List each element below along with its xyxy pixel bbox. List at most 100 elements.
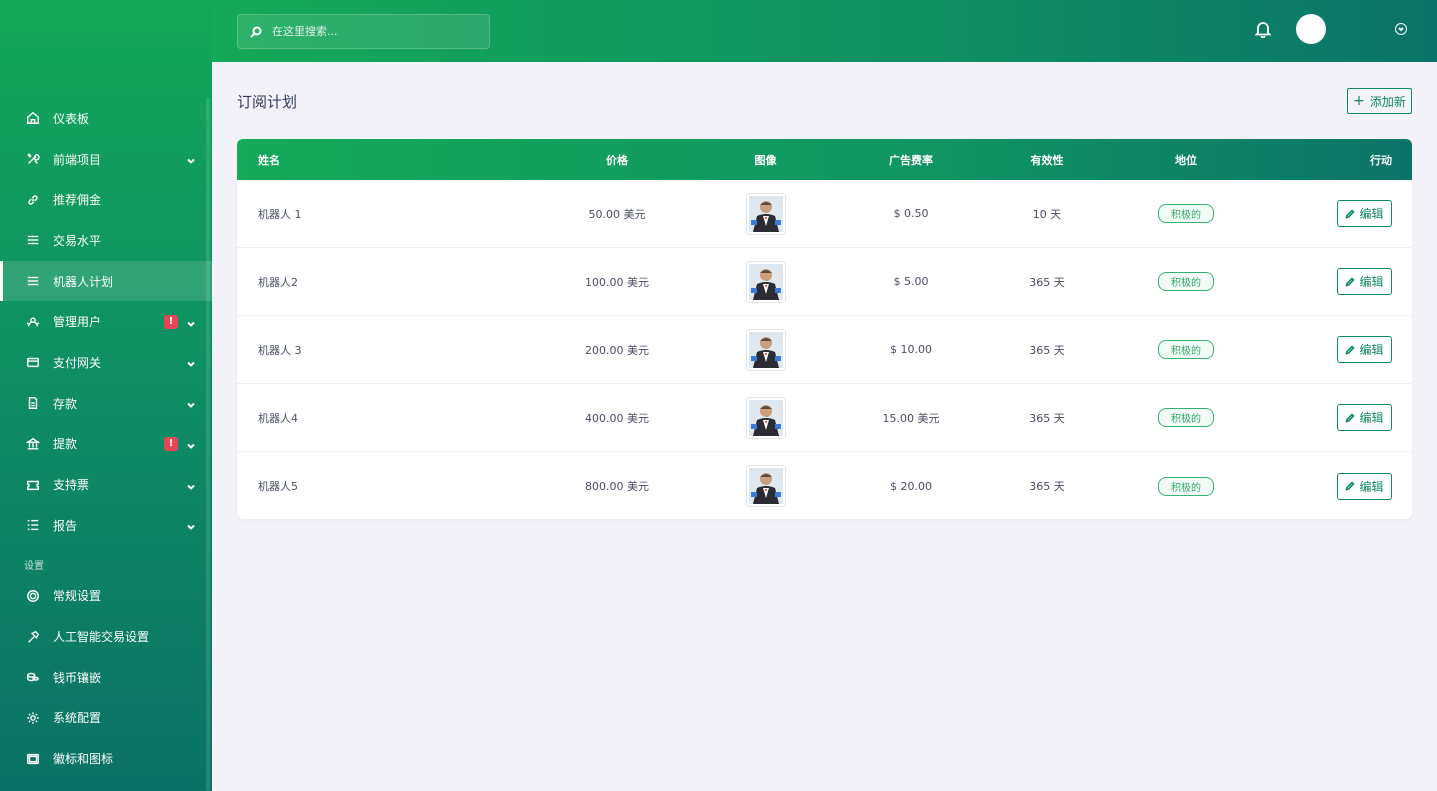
alert-icon: ! <box>164 436 178 451</box>
bank-icon <box>25 436 41 452</box>
cell-price: 400.00 美元 <box>585 411 649 425</box>
table-row: 机器人4 400.00 美元 15.00 美元 365 天 积极的 编辑 <box>237 384 1412 452</box>
cell-validity: 365 天 <box>1029 275 1065 289</box>
cell-rate: $ 10.00 <box>890 343 932 356</box>
chevron-down-icon <box>186 481 196 491</box>
tools-icon <box>25 151 41 167</box>
sidebar-setting-4[interactable]: 徽标和图标 <box>0 738 212 779</box>
header-rate: 广告费率 <box>889 153 933 167</box>
status-badge: 积极的 <box>1158 272 1214 291</box>
cell-action: 编辑 <box>1266 472 1412 500</box>
cell-price: 100.00 美元 <box>585 275 649 289</box>
page-title: 订阅计划 <box>237 93 298 111</box>
sidebar-item-8[interactable]: 提款! <box>0 424 212 465</box>
sidebar-item-label: 报告 <box>53 518 78 533</box>
sidebar-item-label: 存款 <box>53 396 78 411</box>
user-menu-chevron-icon[interactable] <box>1395 23 1407 35</box>
table-row: 机器人2 100.00 美元 $ 5.00 365 天 积极的 编辑 <box>237 248 1412 316</box>
edit-button[interactable]: 编辑 <box>1337 472 1392 500</box>
cell-validity: 365 天 <box>1029 411 1065 425</box>
sidebar-item-10[interactable]: 报告 <box>0 505 212 546</box>
header-action: 行动 <box>1370 153 1392 167</box>
sidebar-setting-3[interactable]: 系统配置 <box>0 698 212 739</box>
sidebar-item-label: 提款 <box>53 437 78 452</box>
search-input[interactable] <box>272 25 472 38</box>
users-icon <box>25 314 41 330</box>
sidebar-item-9[interactable]: 支持票 <box>0 464 212 505</box>
chevron-down-icon <box>186 521 196 531</box>
edit-button[interactable]: 编辑 <box>1337 268 1392 295</box>
cell-status: 积极的 <box>1106 204 1266 223</box>
header-image: 图像 <box>754 153 777 167</box>
cell-name: 机器人 3 <box>258 343 302 357</box>
sidebar-item-label: 徽标和图标 <box>53 752 114 767</box>
sidebar-item-5[interactable]: 管理用户! <box>0 301 212 342</box>
edit-label: 编辑 <box>1359 275 1384 289</box>
status-badge: 积极的 <box>1158 408 1214 427</box>
pencil-icon <box>1345 208 1356 219</box>
sidebar-item-label: 钱币镶嵌 <box>53 670 102 685</box>
cell-validity: 365 天 <box>1029 480 1065 493</box>
sidebar-item-label: 系统配置 <box>53 711 102 726</box>
cell-name: 机器人4 <box>258 411 298 425</box>
cell-name: 机器人 1 <box>258 207 302 221</box>
sidebar-item-label: 支持票 <box>53 478 90 493</box>
cell-name: 机器人2 <box>258 275 298 289</box>
edit-button[interactable]: 编辑 <box>1337 404 1392 431</box>
sidebar-item-1[interactable]: 前端项目 <box>0 139 212 180</box>
header-status: 地位 <box>1175 153 1197 167</box>
sidebar-setting-0[interactable]: 常规设置 <box>0 576 212 617</box>
edit-label: 编辑 <box>1359 479 1384 494</box>
sidebar-item-label: 支付网关 <box>53 355 102 370</box>
sidebar-item-3[interactable]: 交易水平 <box>0 220 212 261</box>
plan-thumbnail <box>745 465 786 507</box>
home-icon <box>25 110 41 126</box>
sidebar-item-7[interactable]: 存款 <box>0 383 212 424</box>
sidebar-item-label: 推荐佣金 <box>53 193 102 208</box>
cell-status: 积极的 <box>1106 340 1266 359</box>
cell-rate: $ 0.50 <box>893 207 929 220</box>
menu-icon <box>25 232 41 248</box>
coins-icon <box>25 669 41 685</box>
edit-label: 编辑 <box>1359 207 1384 221</box>
image-icon <box>25 751 41 767</box>
search-box[interactable] <box>237 14 490 49</box>
notification-bell-icon[interactable] <box>1254 20 1272 39</box>
cell-rate: $ 20.00 <box>890 479 932 493</box>
add-new-label: 添加新 <box>1369 94 1406 109</box>
cell-image <box>697 328 834 371</box>
cell-action: 编辑 <box>1266 268 1412 295</box>
chevron-down-icon <box>186 318 196 328</box>
cell-rate: $ 5.00 <box>893 275 929 288</box>
edit-button[interactable]: 编辑 <box>1337 336 1392 363</box>
sidebar-item-label: 人工智能交易设置 <box>53 630 150 645</box>
table-row: 机器人 3 200.00 美元 $ 10.00 365 天 积极的 编辑 <box>237 316 1412 384</box>
table-row: 机器人 1 50.00 美元 $ 0.50 10 天 积极的 编辑 <box>237 180 1412 248</box>
plan-thumbnail <box>745 260 786 303</box>
sidebar-item-2[interactable]: 推荐佣金 <box>0 179 212 220</box>
add-new-button[interactable]: + 添加新 <box>1347 88 1412 114</box>
sidebar-item-0[interactable]: 仪表板 <box>0 98 212 139</box>
edit-button[interactable]: 编辑 <box>1337 200 1392 227</box>
sidebar-item-label: 前端项目 <box>53 152 102 167</box>
sidebar-item-4[interactable]: 机器人计划 <box>0 260 212 302</box>
sidebar-logo-area <box>0 0 212 98</box>
header-validity: 有效性 <box>1030 153 1064 167</box>
sidebar-setting-2[interactable]: 钱币镶嵌 <box>0 657 212 698</box>
chevron-down-icon <box>186 399 196 409</box>
hammer-icon <box>25 629 41 645</box>
cell-action: 编辑 <box>1266 336 1412 363</box>
sidebar-item-label: 交易水平 <box>53 233 102 248</box>
user-avatar[interactable] <box>1296 14 1326 44</box>
cell-price: 50.00 美元 <box>588 207 646 221</box>
sidebar-setting-1[interactable]: 人工智能交易设置 <box>0 616 212 657</box>
table-header: 姓名 价格 图像 广告费率 有效性 地位 行动 <box>237 139 1412 180</box>
life-ring-icon <box>25 588 41 604</box>
header-price: 价格 <box>606 153 628 167</box>
pencil-icon <box>1345 481 1356 491</box>
sidebar-item-label: 仪表板 <box>53 111 90 126</box>
sidebar-item-6[interactable]: 支付网关 <box>0 342 212 383</box>
cell-image <box>697 465 834 507</box>
sidebar-menu: 仪表板前端项目推荐佣金交易水平机器人计划 管理用户! 支付网关存款提款! 支持票报告 <box>0 98 212 546</box>
sidebar-section-title: 设置 <box>24 560 44 572</box>
